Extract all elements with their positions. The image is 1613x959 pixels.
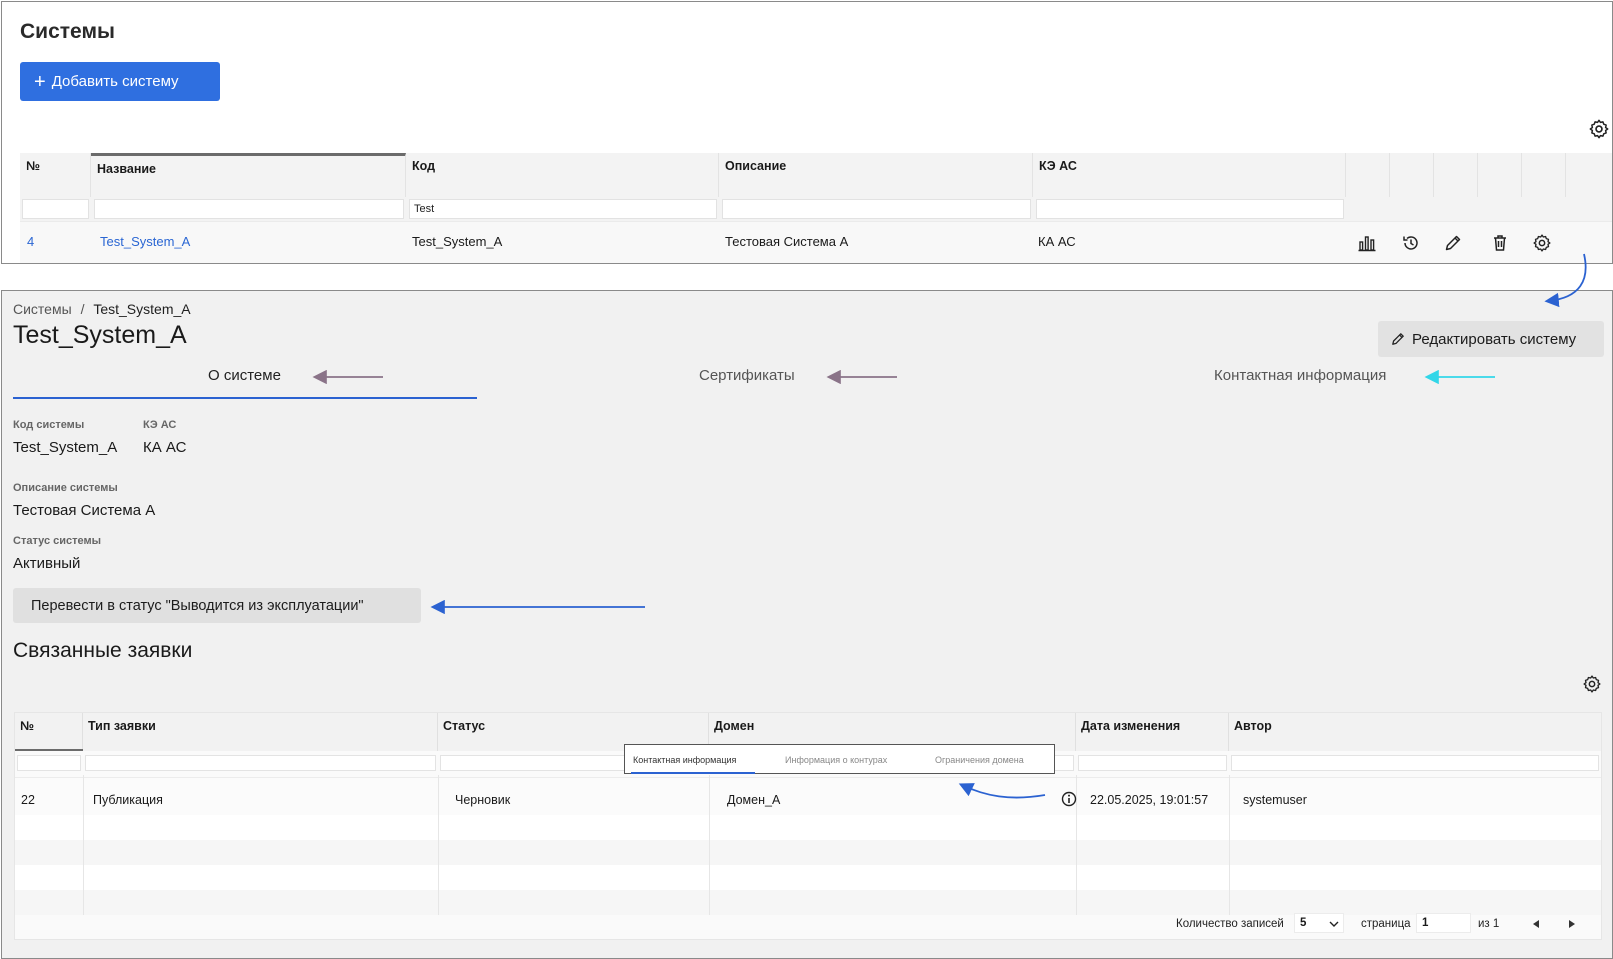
col-header-action-4 <box>1478 153 1522 197</box>
system-status-label: Статус системы <box>13 535 102 547</box>
req-filter-date[interactable] <box>1078 755 1227 771</box>
col-header-action-5 <box>1522 153 1566 197</box>
filter-description-input[interactable] <box>722 199 1031 219</box>
col-header-num[interactable]: № <box>20 153 91 197</box>
col-header-action-1 <box>1346 153 1390 197</box>
page-total-label: из 1 <box>1478 918 1500 930</box>
empty-row <box>15 865 1601 890</box>
breadcrumb: Системы / Test_System_A <box>13 301 191 317</box>
col-header-action-2 <box>1390 153 1434 197</box>
filter-ke-input[interactable] <box>1036 199 1344 219</box>
row-settings-gear-icon[interactable] <box>1532 233 1552 253</box>
records-count-value: 5 <box>1300 917 1307 929</box>
req-col-header-date[interactable]: Дата изменения <box>1076 713 1229 751</box>
ke-label: КЭ АС <box>143 419 177 431</box>
system-code-value: Test_System_A <box>13 439 118 456</box>
inset-tab-domain-limits[interactable]: Ограничения домена <box>935 755 1024 765</box>
system-code-label: Код системы <box>13 419 85 431</box>
table-settings-gear-icon[interactable] <box>1588 118 1610 140</box>
tab-certificates[interactable]: Сертификаты <box>699 367 795 384</box>
systems-list-panel: Системы + Добавить систему № Название Ко… <box>1 1 1613 264</box>
prev-page-icon[interactable] <box>1531 919 1541 929</box>
records-count-select[interactable]: 5 <box>1294 913 1344 933</box>
edit-system-button[interactable]: Редактировать систему <box>1378 321 1604 357</box>
row-num-link[interactable]: 4 <box>27 234 34 249</box>
pagination-footer: Количество записей 5 страница 1 из 1 <box>14 908 1602 940</box>
page-number-input[interactable]: 1 <box>1416 913 1471 933</box>
req-filter-author[interactable] <box>1231 755 1599 771</box>
row-name-link[interactable]: Test_System_A <box>100 234 190 249</box>
tab-about-system[interactable]: О системе <box>208 367 281 384</box>
req-row-domain-link[interactable]: Домен_А <box>727 793 780 807</box>
breadcrumb-separator: / <box>80 301 85 317</box>
row-description: Тестовая Система А <box>725 234 849 249</box>
systems-table: № Название Код Описание КЭ АС Test 4 Tes… <box>20 153 1612 263</box>
info-icon[interactable] <box>1061 791 1077 807</box>
breadcrumb-root-link[interactable]: Системы <box>13 301 72 317</box>
column-divider <box>1229 775 1230 915</box>
page-title: Системы <box>20 20 115 43</box>
system-detail-panel: Системы / Test_System_A Test_System_A Ре… <box>1 290 1613 959</box>
col-header-name[interactable]: Название <box>91 153 406 197</box>
ke-value: КА АС <box>143 439 187 456</box>
statistics-chart-icon[interactable] <box>1357 233 1377 253</box>
add-system-button[interactable]: + Добавить систему <box>20 62 220 101</box>
history-icon[interactable] <box>1401 233 1421 253</box>
filter-name-input[interactable] <box>94 199 404 219</box>
inset-active-indicator <box>631 772 755 774</box>
req-sort-indicator <box>15 749 83 751</box>
system-status-value: Активный <box>13 555 81 572</box>
row-code: Test_System_A <box>412 234 503 249</box>
req-row-type: Публикация <box>93 793 163 807</box>
add-system-label: Добавить систему <box>51 73 179 90</box>
edit-pencil-icon[interactable] <box>1443 233 1463 253</box>
plus-icon: + <box>34 70 46 93</box>
req-row-status: Черновик <box>455 793 511 807</box>
pencil-icon <box>1392 333 1404 345</box>
breadcrumb-current: Test_System_A <box>93 301 191 317</box>
table-row[interactable] <box>15 777 1601 815</box>
col-header-ke[interactable]: КЭ АС <box>1033 153 1346 197</box>
domain-tabs-inset: Контактная информация Информация о конту… <box>624 744 1055 774</box>
column-divider <box>709 775 710 915</box>
next-page-icon[interactable] <box>1567 919 1577 929</box>
col-header-action-3 <box>1434 153 1478 197</box>
edit-system-label: Редактировать систему <box>1412 330 1577 348</box>
req-row-date: 22.05.2025, 19:01:57 <box>1090 793 1209 807</box>
system-description-label: Описание системы <box>13 482 118 494</box>
records-count-label: Количество записей <box>1176 918 1284 930</box>
inset-tab-contours[interactable]: Информация о контурах <box>785 755 887 765</box>
empty-row <box>15 840 1601 865</box>
tab-contact-info[interactable]: Контактная информация <box>1214 367 1386 384</box>
req-row-author: systemuser <box>1243 793 1307 807</box>
system-description-value: Тестовая Система А <box>13 502 156 519</box>
change-status-button[interactable]: Перевести в статус "Выводится из эксплуа… <box>13 588 421 623</box>
row-ke: КА АС <box>1038 234 1076 249</box>
column-divider <box>83 775 84 915</box>
req-row-num: 22 <box>21 793 35 807</box>
empty-row <box>15 815 1601 840</box>
related-requests-title: Связанные заявки <box>13 639 193 662</box>
req-col-header-type[interactable]: Тип заявки <box>83 713 438 751</box>
req-filter-type[interactable] <box>85 755 436 771</box>
req-filter-num[interactable] <box>17 755 81 771</box>
table-row[interactable]: 4 Test_System_A Test_System_A Тестовая С… <box>20 221 1612 263</box>
delete-trash-icon[interactable] <box>1490 233 1510 253</box>
page-label: страница <box>1361 918 1411 930</box>
inset-tab-contact[interactable]: Контактная информация <box>633 755 736 765</box>
column-divider <box>438 775 439 915</box>
filter-num-input[interactable] <box>22 199 89 219</box>
col-header-code[interactable]: Код <box>406 153 719 197</box>
requests-settings-gear-icon[interactable] <box>1582 674 1602 694</box>
chevron-down-icon <box>1329 921 1339 927</box>
req-col-header-num[interactable]: № <box>15 713 83 751</box>
filter-code-input[interactable]: Test <box>409 199 717 219</box>
active-tab-indicator <box>13 397 477 399</box>
system-title: Test_System_A <box>13 321 187 349</box>
req-col-header-author[interactable]: Автор <box>1229 713 1601 751</box>
col-header-description[interactable]: Описание <box>719 153 1033 197</box>
